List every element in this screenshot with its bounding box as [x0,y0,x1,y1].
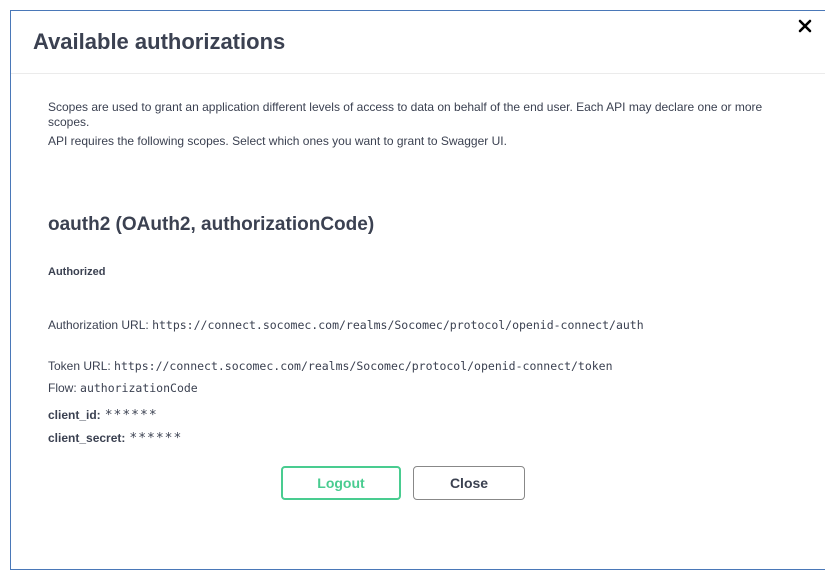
client-id-label: client_id: [48,408,101,422]
client-id-value: ****** [104,408,158,423]
close-button[interactable]: Close [413,466,525,500]
authorization-url-value: https://connect.socomec.com/realms/Socom… [152,318,644,332]
modal-title: Available authorizations [33,29,286,54]
flow-row: Flow: authorizationCode [48,381,198,396]
flow-value: authorizationCode [80,381,198,395]
client-secret-row: client_secret: ****** [48,431,182,446]
scheme-title: oauth2 (OAuth2, authorizationCode) [48,214,375,235]
scopes-description: Scopes are used to grant an application … [48,100,768,149]
token-url-label: Token URL: [48,359,115,373]
modal-header: Available authorizations [11,11,825,74]
client-id-row: client_id: ****** [48,408,158,423]
logout-button[interactable]: Logout [281,466,401,500]
token-url-value: https://connect.socomec.com/realms/Socom… [114,359,613,373]
scopes-description-text: Scopes are used to grant an application … [48,100,763,129]
close-icon[interactable] [798,18,814,38]
authorization-url-row: Authorization URL: https://connect.socom… [48,318,748,333]
token-url-row: Token URL: https://connect.socomec.com/r… [48,359,613,374]
client-secret-label: client_secret: [48,431,126,445]
client-secret-value: ****** [129,431,183,446]
flow-label: Flow: [48,381,81,395]
authorization-url-label: Authorization URL: [48,318,153,332]
authorized-status: Authorized [48,266,106,278]
scopes-requirement-text: API requires the following scopes. Selec… [48,134,507,148]
